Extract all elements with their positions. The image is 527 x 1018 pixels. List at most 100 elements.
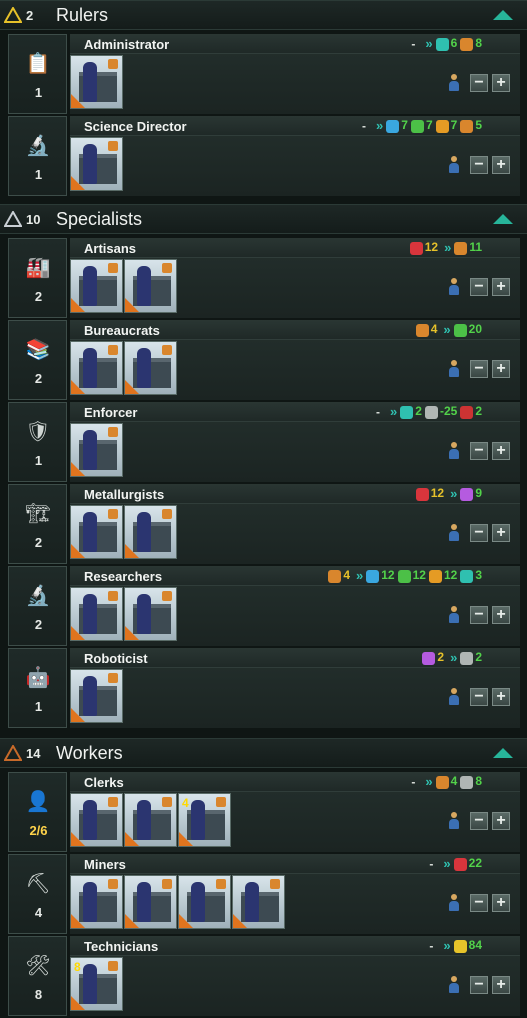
effect-item: 4: [435, 774, 457, 789]
pop-figure: [191, 882, 205, 922]
collapse-icon[interactable]: [493, 10, 513, 20]
pop-portrait[interactable]: 8: [70, 957, 123, 1011]
effect-value: 3: [475, 568, 482, 583]
decrease-button[interactable]: −: [470, 156, 488, 174]
physics-icon: [386, 119, 400, 133]
section-workers: 14 Workers 👤 2/6 Clerks -» 4 8 4− + ⛏ 4 Miners -» 22− +…: [0, 738, 527, 1016]
factory-icon: 🏭: [25, 256, 51, 279]
pop-figure: [83, 882, 97, 922]
section-header-workers[interactable]: 14 Workers: [0, 738, 527, 768]
decrease-button[interactable]: −: [470, 360, 488, 378]
pop-job-icon: [108, 263, 118, 273]
section-title: Workers: [56, 742, 123, 763]
job-effects: 12 » 11: [409, 240, 482, 255]
engineering-icon: [428, 569, 442, 583]
job-icon-box: ⛏ 4: [8, 854, 67, 934]
decrease-button[interactable]: −: [470, 442, 488, 460]
pop-portrait[interactable]: [124, 587, 177, 641]
pop-portrait[interactable]: [70, 341, 123, 395]
pop-job-icon: [108, 673, 118, 683]
decrease-button[interactable]: −: [470, 688, 488, 706]
increase-button[interactable]: +: [492, 74, 510, 92]
job-name: Researchers: [84, 569, 163, 584]
job-row: 👤 2/6 Clerks -» 4 8 4 − +: [8, 772, 520, 854]
job-icon-box: 📚 2: [8, 320, 67, 400]
job-icon-box: 🏗 2: [8, 484, 67, 564]
pop-figure: [83, 964, 97, 1004]
society-icon: [410, 119, 424, 133]
decrease-button[interactable]: −: [470, 976, 488, 994]
pop-corner-icon: [71, 832, 85, 846]
pop-portrait[interactable]: [124, 341, 177, 395]
pop-portrait[interactable]: [124, 793, 177, 847]
pop-portrait[interactable]: [124, 259, 177, 313]
pop-stack-count: 8: [74, 960, 81, 974]
pop-corner-icon: [125, 380, 139, 394]
section-title: Specialists: [56, 208, 143, 229]
produces-arrow-icon: »: [425, 36, 432, 51]
section-header-specialists[interactable]: 10 Specialists: [0, 204, 527, 234]
increase-button[interactable]: +: [492, 976, 510, 994]
pop-job-icon: [108, 345, 118, 355]
decrease-button[interactable]: −: [470, 894, 488, 912]
society-icon: [397, 569, 411, 583]
job-panel: Metallurgists 12 » 9 − +: [70, 484, 520, 564]
increase-button[interactable]: +: [492, 442, 510, 460]
pop-portrait[interactable]: [70, 423, 123, 477]
increase-button[interactable]: +: [492, 894, 510, 912]
pop-portrait[interactable]: [70, 55, 123, 109]
section-header-rulers[interactable]: 2 Rulers: [0, 0, 527, 30]
job-panel: Technicians -» 84 8 − +: [70, 936, 520, 1016]
pop-portrait[interactable]: 4: [178, 793, 231, 847]
increase-button[interactable]: +: [492, 278, 510, 296]
pop-portrait[interactable]: [70, 587, 123, 641]
effect-item: 20: [453, 322, 482, 337]
pop-portrait[interactable]: [124, 505, 177, 559]
pop-figure: [137, 348, 151, 388]
pop-corner-icon: [125, 626, 139, 640]
pop-list: [70, 423, 123, 477]
job-name: Miners: [84, 857, 126, 872]
trade-icon: [460, 775, 474, 789]
collapse-icon[interactable]: [493, 748, 513, 758]
pop-icon: [448, 278, 460, 296]
pop-figure: [137, 266, 151, 306]
pop-portrait[interactable]: [70, 505, 123, 559]
increase-button[interactable]: +: [492, 360, 510, 378]
decrease-button[interactable]: −: [470, 278, 488, 296]
increase-button[interactable]: +: [492, 156, 510, 174]
decrease-button[interactable]: −: [470, 74, 488, 92]
pop-portrait[interactable]: [70, 669, 123, 723]
increase-button[interactable]: +: [492, 812, 510, 830]
effect-value: 7: [401, 118, 408, 133]
effect-value: 7: [425, 118, 433, 133]
pop-job-icon: [162, 509, 172, 519]
pop-portrait[interactable]: [70, 137, 123, 191]
decrease-button[interactable]: −: [470, 812, 488, 830]
job-effects: 4 » 20: [415, 322, 482, 337]
collapse-icon[interactable]: [493, 214, 513, 224]
increase-button[interactable]: +: [492, 524, 510, 542]
decrease-button[interactable]: −: [470, 524, 488, 542]
pop-portrait[interactable]: [70, 875, 123, 929]
job-row: 📋 1 Administrator -» 6 8− +: [8, 34, 520, 116]
pop-list: [70, 341, 177, 395]
pop-portrait[interactable]: [70, 259, 123, 313]
pop-job-icon: [108, 141, 118, 151]
decrease-button[interactable]: −: [470, 606, 488, 624]
pop-icon: [448, 442, 460, 460]
pop-job-icon: [162, 591, 172, 601]
increase-button[interactable]: +: [492, 606, 510, 624]
robot-head-icon: 🤖: [25, 666, 51, 689]
effect-value: -25: [439, 404, 458, 419]
pop-portrait[interactable]: [232, 875, 285, 929]
pop-portrait[interactable]: [124, 875, 177, 929]
job-controls: − +: [448, 156, 510, 174]
produces-arrow-icon: »: [443, 938, 450, 953]
job-icon-box: 📋 1: [8, 34, 67, 114]
produces-arrow-icon: »: [450, 486, 457, 501]
pop-portrait[interactable]: [178, 875, 231, 929]
increase-button[interactable]: +: [492, 688, 510, 706]
upkeep-none: -: [362, 118, 367, 133]
pop-portrait[interactable]: [70, 793, 123, 847]
